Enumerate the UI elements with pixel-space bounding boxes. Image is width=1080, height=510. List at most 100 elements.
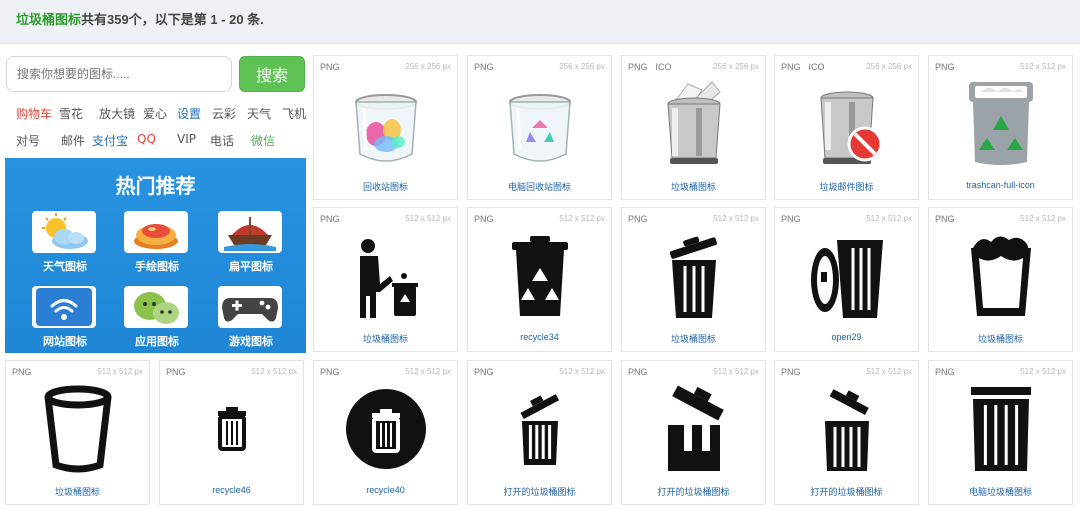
icon-name-link[interactable]: 垃圾桶图标 — [929, 332, 1072, 345]
icon-size-label: 512 x 512 px — [866, 367, 912, 376]
icon-card[interactable]: PNG 512 x 512 px 打开的垃圾桶图标 — [774, 360, 919, 505]
tag-link[interactable]: 支付宝 — [92, 132, 128, 149]
icon-card[interactable]: PNG ICO 256 x 256 px 垃圾邮件图标 — [774, 55, 919, 200]
format-badges: PNG — [320, 62, 348, 72]
trash-lid-beside-icon[interactable] — [807, 228, 887, 324]
icon-card[interactable]: PNG 512 x 512 px 垃圾桶图标 — [928, 207, 1073, 352]
icon-name-link[interactable]: recycle34 — [468, 332, 611, 342]
format-badges: PNG — [474, 214, 502, 224]
icon-size-label: 512 x 512 px — [405, 367, 451, 376]
icon-card[interactable]: PNG 512 x 512 px 垃圾桶图标 — [621, 207, 766, 352]
tag-link[interactable]: 天气 — [247, 105, 271, 122]
hot-recommend-title: 热门推荐 — [115, 174, 196, 198]
search-keyword: 垃圾桶图标 — [16, 12, 82, 27]
tag-link[interactable]: VIP — [177, 132, 196, 146]
hot-recommend-item[interactable]: 扁平图标 — [218, 211, 284, 273]
icon-card[interactable]: PNG 512 x 512 px 电脑垃圾桶图标 — [928, 360, 1073, 505]
trash-open-box-icon[interactable] — [654, 381, 734, 477]
hot-recommend-item[interactable]: 应用图标 — [124, 286, 190, 348]
tag-link[interactable]: 电话 — [210, 132, 234, 149]
format-badges: PNG — [474, 62, 502, 72]
tag-link[interactable]: 购物车 — [16, 105, 52, 122]
trash-flipped-lid-icon[interactable] — [807, 381, 887, 477]
search-input[interactable] — [6, 56, 232, 92]
format-badges: PNG ICO — [781, 62, 833, 72]
hot-recommend-item[interactable]: 游戏图标 — [218, 286, 284, 348]
icon-name-link[interactable]: 垃圾桶图标 — [314, 332, 457, 345]
bucket-outline-icon[interactable] — [38, 381, 118, 477]
icon-card[interactable]: PNG 256 x 256 px 回收站图标 — [313, 55, 458, 200]
icon-size-label: 512 x 512 px — [1020, 62, 1066, 71]
icon-card[interactable]: PNG ICO 256 x 256 px 垃圾桶图标 — [621, 55, 766, 200]
bucket-full-icon[interactable] — [961, 228, 1041, 324]
hot-recommend-item[interactable]: 天气图标 — [32, 211, 98, 273]
icon-name-link[interactable]: 垃圾桶图标 — [622, 332, 765, 345]
recycle-bin-full-icon[interactable] — [961, 76, 1041, 172]
recycle-bin-icon[interactable] — [500, 228, 580, 324]
icon-name-link[interactable]: 回收站图标 — [314, 180, 457, 193]
tag-link[interactable]: QQ — [137, 132, 156, 146]
icon-size-label: 512 x 512 px — [713, 214, 759, 223]
trash-circle-icon[interactable] — [346, 381, 426, 477]
icon-name-link[interactable]: 打开的垃圾桶图标 — [622, 485, 765, 498]
trash-tilted-lid-icon[interactable] — [500, 381, 580, 477]
tag-link[interactable]: 设置 — [177, 105, 201, 122]
icon-name-link[interactable]: recycle40 — [314, 485, 457, 495]
tag-link[interactable]: 雪花 — [59, 105, 83, 122]
icon-name-link[interactable]: 垃圾桶图标 — [622, 180, 765, 193]
search-button[interactable]: 搜索 — [239, 56, 305, 92]
tag-link[interactable]: 对号 — [16, 132, 40, 149]
format-badge: PNG — [781, 214, 801, 224]
results-summary: 垃圾桶图标共有359个，以下是第 1 - 20 条. — [16, 9, 264, 28]
format-badge: PNG — [474, 214, 494, 224]
icon-name-link[interactable]: 电脑垃圾桶图标 — [929, 485, 1072, 498]
icon-card[interactable]: PNG 256 x 256 px 电脑回收站图标 — [467, 55, 612, 200]
icon-card[interactable]: PNG 512 x 512 px recycle40 — [313, 360, 458, 505]
format-badges: PNG — [935, 367, 963, 377]
icon-name-link[interactable]: 打开的垃圾桶图标 — [775, 485, 918, 498]
results-count-text: 共有359个，以下是第 1 - 20 条. — [81, 12, 264, 27]
format-badge: PNG — [781, 367, 801, 377]
icon-size-label: 512 x 512 px — [559, 214, 605, 223]
icon-name-link[interactable]: 电脑回收站图标 — [468, 180, 611, 193]
format-badges: PNG — [935, 62, 963, 72]
hot-recommend-item[interactable]: 手绘图标 — [124, 211, 190, 273]
glass-recycle-bin-empty-icon[interactable] — [500, 76, 580, 172]
icon-name-link[interactable]: trashcan-full-icon — [929, 180, 1072, 190]
icon-name-link[interactable]: 打开的垃圾桶图标 — [468, 485, 611, 498]
icon-card[interactable]: PNG 512 x 512 px 垃圾桶图标 — [5, 360, 150, 505]
glass-recycle-bin-icon[interactable] — [346, 76, 426, 172]
icon-card[interactable]: PNG 512 x 512 px 垃圾桶图标 — [313, 207, 458, 352]
icon-card[interactable]: PNG 512 x 512 px open29 — [774, 207, 919, 352]
pedal-bin-full-icon[interactable] — [654, 76, 734, 172]
icon-card[interactable]: PNG 512 x 512 px recycle46 — [159, 360, 304, 505]
tag-link[interactable]: 放大镜 — [99, 105, 135, 122]
icon-card[interactable]: PNG 512 x 512 px trashcan-full-icon — [928, 55, 1073, 200]
icon-card[interactable]: PNG 512 x 512 px recycle34 — [467, 207, 612, 352]
icon-size-label: 512 x 512 px — [1020, 367, 1066, 376]
icon-card[interactable]: PNG 512 x 512 px 打开的垃圾桶图标 — [621, 360, 766, 505]
icon-size-label: 256 x 256 px — [866, 62, 912, 71]
hot-recommend-label: 手绘图标 — [135, 260, 179, 273]
icon-size-label: 512 x 512 px — [713, 367, 759, 376]
tag-link[interactable]: 微信 — [251, 132, 275, 149]
trash-open-lid-icon[interactable] — [654, 228, 734, 324]
format-badges: PNG — [320, 367, 348, 377]
icon-name-link[interactable]: open29 — [775, 332, 918, 342]
person-disposing-trash-icon[interactable] — [346, 228, 426, 324]
icon-name-link[interactable]: 垃圾邮件图标 — [775, 180, 918, 193]
format-badge: ICO — [655, 62, 672, 72]
hot-recommend-item[interactable]: 网站图标 — [32, 286, 98, 348]
icon-card[interactable]: PNG 512 x 512 px 打开的垃圾桶图标 — [467, 360, 612, 505]
trash-tall-icon[interactable] — [961, 381, 1041, 477]
tag-link[interactable]: 邮件 — [61, 132, 85, 149]
tag-link[interactable]: 云彩 — [212, 105, 236, 122]
pedal-bin-blocked-icon[interactable] — [807, 76, 887, 172]
website-icon — [32, 286, 96, 328]
icon-name-link[interactable]: recycle46 — [160, 485, 303, 495]
icon-name-link[interactable]: 垃圾桶图标 — [6, 485, 149, 498]
tag-link[interactable]: 爱心 — [143, 105, 167, 122]
tag-link[interactable]: 飞机 — [282, 105, 306, 122]
app-icon — [124, 286, 188, 328]
small-trash-icon[interactable] — [192, 381, 272, 477]
